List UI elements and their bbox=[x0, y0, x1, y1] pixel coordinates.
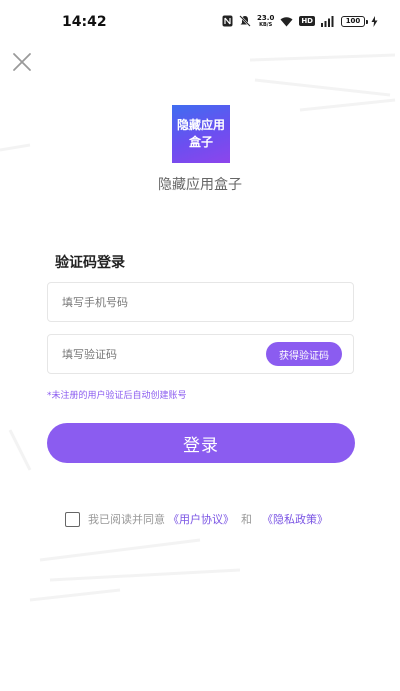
app-icon: 隐藏应用 盒子 bbox=[172, 105, 230, 163]
mute-icon bbox=[239, 15, 251, 27]
app-icon-line2: 盒子 bbox=[188, 135, 213, 149]
login-button[interactable]: 登录 bbox=[47, 423, 355, 463]
login-title: 验证码登录 bbox=[55, 255, 125, 271]
status-icons: 23.0 KB/S HD 100 bbox=[222, 14, 378, 28]
app-name: 隐藏应用盒子 bbox=[158, 177, 242, 193]
privacy-policy-link[interactable]: 《隐私政策》 bbox=[262, 511, 328, 527]
close-button[interactable] bbox=[12, 52, 32, 72]
net-speed-value: 23.0 bbox=[257, 13, 275, 22]
app-icon-line1: 隐藏应用 bbox=[176, 118, 225, 132]
user-agreement-link[interactable]: 《用户协议》 bbox=[168, 511, 234, 527]
phone-input[interactable] bbox=[62, 283, 262, 321]
battery-level: 100 bbox=[345, 17, 361, 25]
hd-badge: HD bbox=[299, 16, 315, 26]
status-time: 14:42 bbox=[62, 14, 107, 30]
net-speed: 23.0 KB/S bbox=[257, 13, 275, 28]
net-speed-unit: KB/S bbox=[259, 21, 273, 28]
signal-icon bbox=[321, 15, 335, 27]
status-bar: 14:42 23.0 KB/S HD 100 bbox=[0, 0, 400, 40]
agreement-checkbox[interactable] bbox=[65, 511, 80, 527]
wifi-icon bbox=[280, 16, 293, 27]
get-code-button[interactable]: 获得验证码 bbox=[266, 342, 342, 366]
register-hint: *未注册的用户验证后自动创建账号 bbox=[47, 391, 187, 401]
battery-icon: 100 bbox=[341, 15, 368, 27]
agreement-text: 我已阅读并同意 bbox=[88, 513, 165, 526]
close-icon[interactable] bbox=[12, 52, 32, 72]
charging-icon bbox=[371, 15, 378, 27]
code-field[interactable]: 获得验证码 bbox=[47, 334, 354, 374]
agreement-and: 和 bbox=[241, 513, 252, 526]
code-input[interactable] bbox=[62, 335, 262, 373]
nfc-icon bbox=[222, 15, 233, 27]
agreement-row: 我已阅读并同意 《用户协议》 和 《隐私政策》 bbox=[65, 510, 328, 528]
phone-field[interactable] bbox=[47, 282, 354, 322]
